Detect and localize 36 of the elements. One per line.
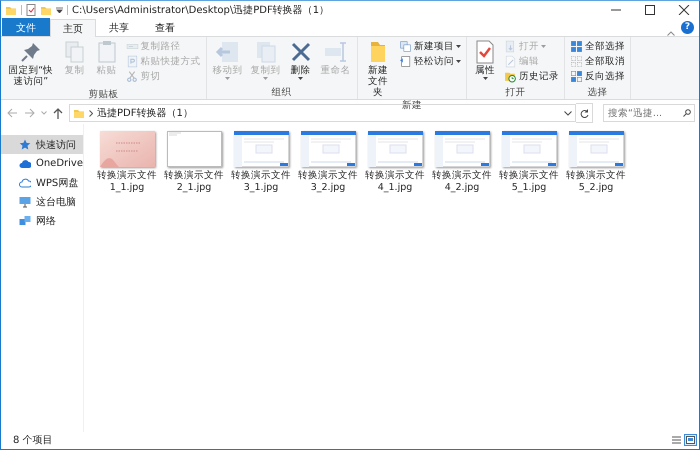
nav-item[interactable]: 这台电脑 [1,192,83,211]
ribbon-tab[interactable]: 文件 [2,18,50,36]
breadcrumb[interactable]: 迅捷PDF转换器（1） [97,106,193,120]
file-item[interactable]: 转换演示文件3_2.jpg [297,129,359,196]
nav-item[interactable]: 快速访问 [1,135,83,154]
ribbon-button[interactable]: 属性 [470,39,500,86]
ribbon-tab[interactable]: 共享 [96,18,142,36]
group-label: 组织 [270,86,292,99]
ribbon-button[interactable]: 全部取消 [568,54,627,69]
file-item[interactable]: 转换演示文件5_2.jpg [565,129,627,196]
ribbon-button[interactable]: 反向选择 [568,69,627,84]
ribbon-button[interactable]: 固定到“快速访问” [4,39,58,88]
ribbon-button[interactable]: 历史记录 [502,69,561,84]
file-item[interactable]: 转换演示文件5_1.jpg [498,129,560,196]
ribbon-tab[interactable]: 查看 [142,18,188,36]
file-item[interactable]: 转换演示文件2_1.jpg [163,129,225,196]
item-count: 8 个项目 [13,434,53,447]
nav-item[interactable]: OneDrive [1,154,83,173]
ribbon-button[interactable]: 轻松访问 [397,54,463,69]
ribbon-button[interactable]: 新建文件夹 [360,39,395,99]
file-item[interactable]: 转换演示文件3_1.jpg [230,129,292,196]
help-icon[interactable]: ? [681,21,694,34]
search-field[interactable]: 搜索“迅捷... [603,104,695,122]
ribbon-button[interactable]: 全部选择 [568,39,627,54]
group-label: 选择 [586,86,608,99]
ribbon-button[interactable]: 新建项目 [397,39,463,54]
window-title: C:\Users\Administrator\Desktop\迅捷PDF转换器（1） [72,4,330,16]
nav-item[interactable]: 网络 [1,211,83,230]
file-item[interactable]: 转换演示文件1_1.jpg [96,129,158,196]
ribbon-tab[interactable]: 主页 [50,19,96,37]
group-label: 剪贴板 [87,88,120,101]
file-item[interactable]: 转换演示文件4_2.jpg [431,129,493,196]
ribbon-button[interactable]: 删除 [286,39,316,86]
group-label: 打开 [504,86,526,99]
nav-item[interactable]: WPS网盘 [1,173,83,192]
file-item[interactable]: 转换演示文件4_1.jpg [364,129,426,196]
